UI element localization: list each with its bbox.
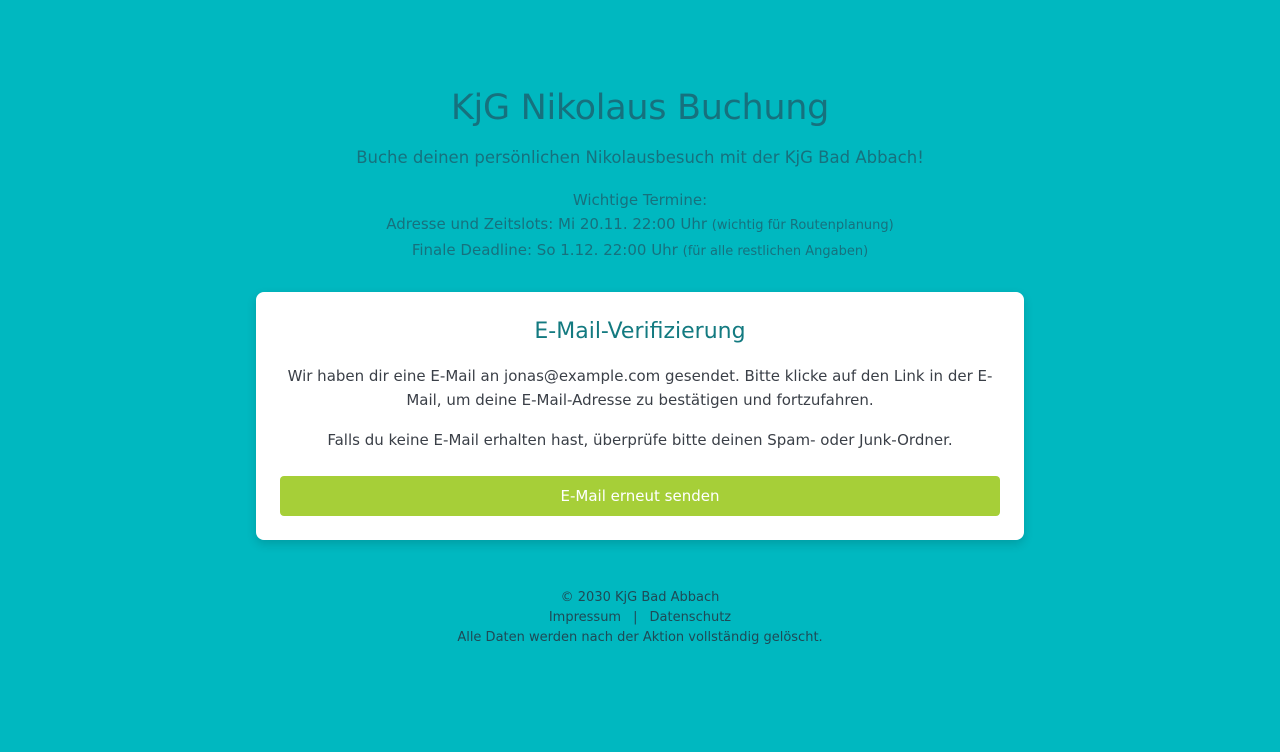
verification-message: Wir haben dir eine E-Mail an jonas@examp…: [287, 367, 993, 409]
page-title: KjG Nikolaus Buchung: [450, 88, 830, 128]
verification-card: E-Mail-Verifizierung Wir haben dir eine …: [256, 292, 1024, 540]
date-deadline-note: (für alle restlichen Angaben): [682, 244, 869, 259]
date-line-addresses: Adresse und Zeitslots: Mi 20.11. 22:00 U…: [0, 212, 1280, 238]
date-addresses-main: Adresse und Zeitslots: Mi 20.11. 22:00 U…: [386, 215, 708, 233]
datenschutz-link[interactable]: Datenschutz: [650, 610, 732, 625]
date-line-deadline: Finale Deadline: So 1.12. 22:00 Uhr (für…: [0, 238, 1280, 264]
copyright: © 2030 KjG Bad Abbach: [560, 590, 720, 605]
card-title: E-Mail-Verifizierung: [534, 319, 746, 344]
footer: © 2030 KjG Bad Abbach Impressum | Datensch…: [0, 588, 1280, 648]
data-deletion-note: Alle Daten werden nach der Aktion vollst…: [457, 630, 823, 645]
important-dates: Wichtige Termine: Adresse und Zeitslots:…: [0, 188, 1280, 264]
footer-links: Impressum | Datenschutz: [0, 608, 1280, 628]
page: KjG Nikolaus Buchung Buche deinen persön…: [0, 0, 1280, 752]
resend-email-button[interactable]: E-Mail erneut senden: [280, 476, 1000, 516]
dates-heading: Wichtige Termine:: [572, 191, 708, 209]
date-deadline-main: Finale Deadline: So 1.12. 22:00 Uhr: [411, 241, 678, 259]
page-subtitle: Buche deinen persönlichen Nikolausbesuch…: [356, 148, 924, 167]
spam-hint: Falls du keine E-Mail erhalten hast, übe…: [327, 431, 953, 449]
footer-separator: |: [633, 610, 638, 625]
date-addresses-note: (wichtig für Routenplanung): [711, 218, 894, 233]
impressum-link[interactable]: Impressum: [549, 610, 621, 625]
page-header: KjG Nikolaus Buchung Buche deinen persön…: [0, 84, 1280, 264]
